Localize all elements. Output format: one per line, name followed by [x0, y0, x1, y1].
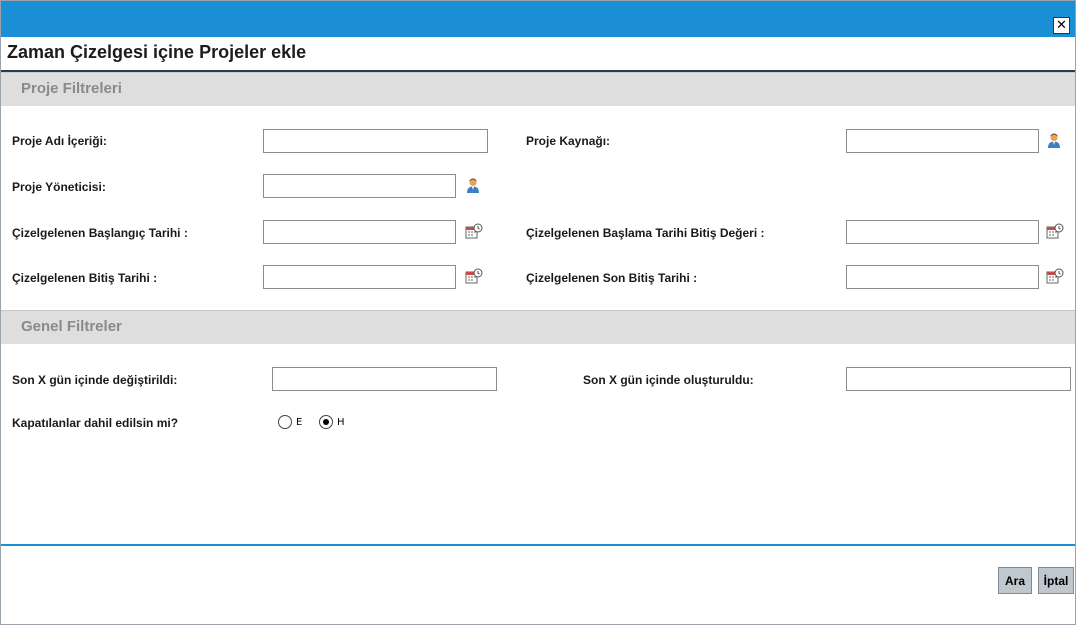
sched-finish-input[interactable] — [263, 265, 456, 289]
calendar-icon[interactable] — [1046, 268, 1064, 285]
sched-start-input[interactable] — [263, 220, 456, 244]
user-picker-icon[interactable] — [466, 178, 480, 194]
calendar-icon[interactable] — [1046, 223, 1064, 240]
include-closed-yes-label: E — [296, 416, 303, 428]
general-filters-header: Genel Filtreler — [1, 310, 1075, 344]
include-closed-yes-option[interactable]: E — [278, 415, 302, 429]
calendar-icon[interactable] — [465, 268, 483, 285]
modified-days-label: Son X gün içinde değiştirildi: — [12, 373, 178, 387]
general-filters-heading: Genel Filtreler — [21, 318, 122, 335]
include-closed-yes-radio[interactable] — [278, 415, 292, 429]
project-resource-label: Proje Kaynağı: — [526, 134, 611, 148]
add-projects-dialog: ✕ Zaman Çizelgesi içine Projeler ekle Pr… — [0, 0, 1076, 625]
modified-days-input[interactable] — [272, 367, 497, 391]
close-button[interactable]: ✕ — [1053, 17, 1070, 34]
include-closed-no-option[interactable]: H — [319, 415, 345, 429]
created-days-input[interactable] — [846, 367, 1071, 391]
dialog-header-bar — [1, 1, 1075, 37]
include-closed-no-radio[interactable] — [319, 415, 333, 429]
project-manager-label: Proje Yöneticisi: — [12, 180, 106, 194]
sched-start-end-label: Çizelgelenen Başlama Tarihi Bitiş Değeri… — [526, 226, 765, 240]
project-name-input[interactable] — [263, 129, 488, 153]
project-filters-heading: Proje Filtreleri — [21, 80, 122, 97]
user-picker-icon[interactable] — [1047, 133, 1061, 149]
footer-divider — [1, 544, 1075, 546]
created-days-label: Son X gün içinde oluşturuldu: — [583, 373, 754, 387]
sched-finish-label: Çizelgelenen Bitiş Tarihi : — [12, 271, 158, 285]
sched-last-finish-input[interactable] — [846, 265, 1039, 289]
sched-start-end-input[interactable] — [846, 220, 1039, 244]
sched-start-label: Çizelgelenen Başlangıç Tarihi : — [12, 226, 188, 240]
project-name-label: Proje Adı İçeriği: — [12, 134, 107, 148]
project-filters-header: Proje Filtreleri — [1, 72, 1075, 106]
cancel-button[interactable]: İptal — [1038, 567, 1074, 594]
dialog-title: Zaman Çizelgesi içine Projeler ekle — [7, 42, 307, 62]
include-closed-no-label: H — [337, 416, 345, 428]
search-button[interactable]: Ara — [998, 567, 1032, 594]
calendar-icon[interactable] — [465, 223, 483, 240]
project-resource-input[interactable] — [846, 129, 1039, 153]
sched-last-finish-label: Çizelgelenen Son Bitiş Tarihi : — [526, 271, 698, 285]
include-closed-label: Kapatılanlar dahil edilsin mi? — [12, 416, 179, 430]
project-manager-input[interactable] — [263, 174, 456, 198]
